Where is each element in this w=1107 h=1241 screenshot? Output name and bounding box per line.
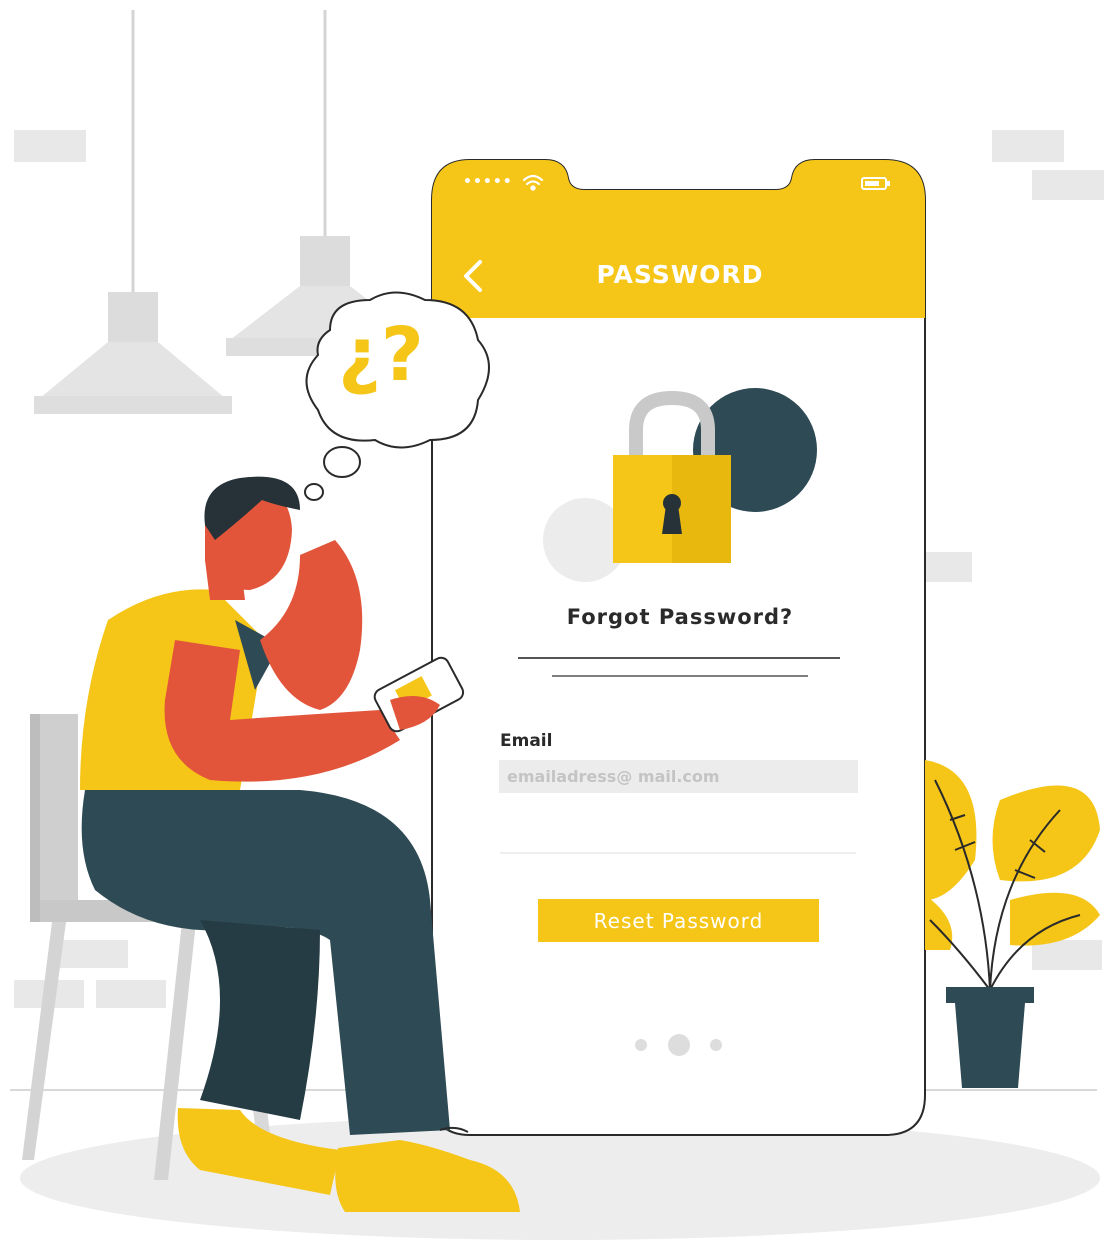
screen-title: PASSWORD (596, 260, 764, 289)
email-input[interactable] (499, 760, 858, 793)
hanging-lamp-left (34, 10, 232, 414)
email-label: Email (500, 731, 553, 751)
pager-dot[interactable] (710, 1039, 722, 1051)
potted-plant (925, 760, 1100, 1088)
pager-dot[interactable] (635, 1039, 647, 1051)
chevron-left-icon[interactable] (458, 258, 488, 294)
forgot-password-heading: Forgot Password? (566, 605, 794, 629)
question-marks: ¿? (338, 312, 424, 398)
reset-password-button[interactable]: Reset Password (538, 899, 819, 942)
signal-strength: ••••• (463, 174, 513, 190)
phone (431, 159, 926, 1136)
pager-dot-active[interactable] (668, 1034, 690, 1056)
